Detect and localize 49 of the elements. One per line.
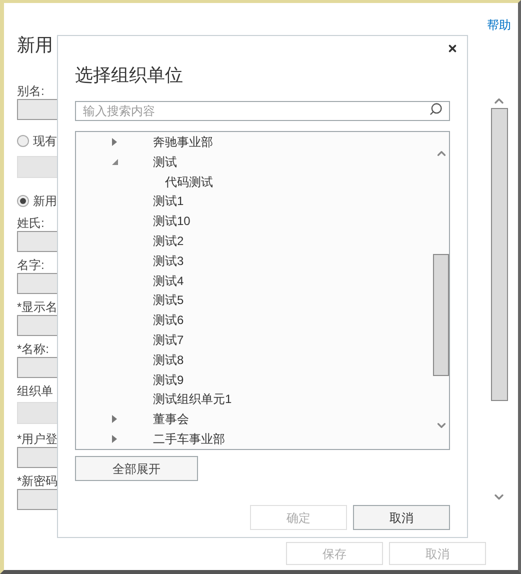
input-field[interactable] <box>17 489 57 510</box>
tree-item[interactable]: 董事会 <box>153 410 189 428</box>
input-field[interactable] <box>17 447 57 468</box>
page-title: 新用 <box>17 34 53 57</box>
radio-option[interactable]: 新用 <box>17 192 57 210</box>
collapsed-triangle-icon[interactable] <box>112 415 117 424</box>
field-label: *显示名 <box>17 300 58 314</box>
scrollbar-thumb[interactable] <box>433 254 449 376</box>
radio-option[interactable]: 现有 <box>17 132 57 150</box>
help-link[interactable]: 帮助 <box>487 16 511 34</box>
tree-item[interactable]: 测试组织单元1 <box>153 390 232 408</box>
input-field[interactable] <box>17 231 57 252</box>
expand-all-button[interactable]: 全部展开 <box>75 456 198 481</box>
tree-item[interactable]: 二手车事业部 <box>153 430 225 448</box>
field-label: 姓氏: <box>17 216 44 230</box>
tree-item[interactable]: 测试3 <box>153 252 184 270</box>
search-icon[interactable] <box>429 102 443 116</box>
collapsed-triangle-icon[interactable] <box>112 138 117 146</box>
tree-item[interactable]: 测试4 <box>153 272 184 290</box>
tree-item[interactable]: 测试10 <box>153 212 190 230</box>
field-label: *名称: <box>17 342 50 356</box>
tree-item[interactable]: 测试5 <box>153 291 184 310</box>
field-label: 别名: <box>17 84 44 98</box>
dialog-title: 选择组织单位 <box>75 64 184 87</box>
field-label: 组织单 <box>17 384 53 398</box>
tree-item[interactable]: 测试6 <box>153 311 184 330</box>
tree-item[interactable]: 测试 <box>153 152 177 171</box>
tree-item[interactable]: 奔驰事业部 <box>153 132 213 151</box>
tree-item[interactable]: 测试1 <box>153 192 184 210</box>
close-icon[interactable] <box>447 43 458 54</box>
radio-button[interactable] <box>17 135 29 147</box>
tree-item[interactable]: 代码测试 <box>165 172 213 191</box>
radio-button[interactable] <box>17 195 29 207</box>
input-field[interactable] <box>17 273 57 294</box>
tree-item[interactable]: 测试8 <box>153 350 184 369</box>
dialog-button[interactable]: 取消 <box>353 505 450 530</box>
field-label: *新密码 <box>17 474 58 488</box>
input-field[interactable] <box>17 315 57 336</box>
tree-item[interactable]: 测试7 <box>153 331 184 350</box>
expanded-triangle-icon[interactable] <box>112 158 118 165</box>
field-label: 名字: <box>17 258 44 272</box>
input-field[interactable] <box>17 357 57 378</box>
tree-item[interactable]: 测试2 <box>153 232 184 250</box>
collapsed-triangle-icon[interactable] <box>112 435 117 444</box>
tree-item[interactable]: 测试9 <box>153 370 184 389</box>
search-field[interactable]: 输入搜索内容 <box>75 101 450 121</box>
scrollbar-thumb[interactable] <box>490 108 508 401</box>
field-label: *用户登 <box>17 432 58 446</box>
input-field[interactable] <box>17 99 57 120</box>
